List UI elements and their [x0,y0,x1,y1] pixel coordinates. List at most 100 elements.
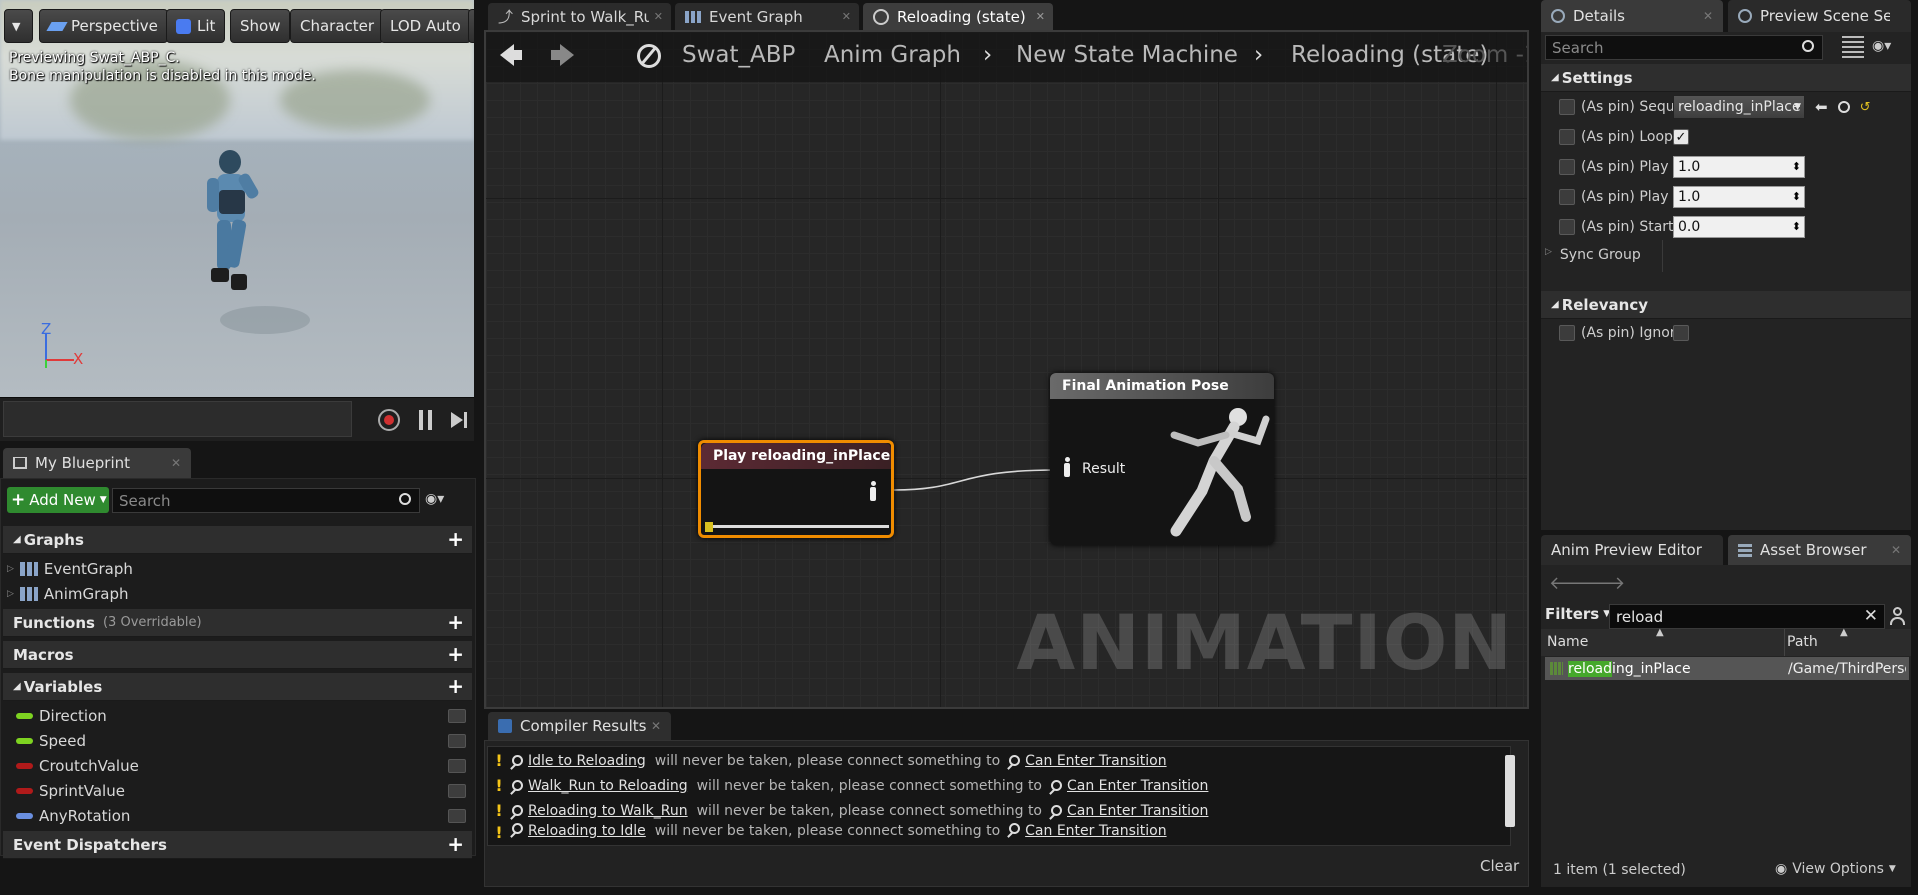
lod-button[interactable]: LOD Auto [380,9,471,43]
settings-section-header[interactable]: ◢ Settings [1541,64,1911,92]
close-icon[interactable]: ✕ [1891,543,1901,557]
loop-checkbox[interactable]: ✓ [1673,129,1689,145]
play-sequence-node[interactable]: Play reloading_inPlace [698,440,894,538]
graph-item-eventgraph[interactable]: ▷ EventGraph [3,556,472,581]
tab-details[interactable]: Details ✕ [1541,0,1723,32]
asset-search-input[interactable]: reload ✕ [1609,604,1885,629]
variable-item[interactable]: AnyRotation [3,803,472,828]
compiler-message-row[interactable]: ! Idle to Reloading will never be taken, p… [491,748,1166,773]
play-rate-basis-input[interactable]: 1.0 ⬍ [1673,186,1805,208]
record-button[interactable] [378,409,400,431]
step-forward-button[interactable] [451,410,471,430]
compiler-message-row[interactable]: ! Reloading to Idle will never be taken, p… [491,823,1167,841]
variable-item[interactable]: SprintValue [3,778,472,803]
as-pin-checkbox[interactable] [1559,99,1575,115]
target-link[interactable]: Can Enter Transition [1067,803,1208,819]
close-icon[interactable]: ✕ [842,10,851,23]
asset-list-item[interactable]: reloading_inPlace /Game/ThirdPerson [1545,657,1909,680]
clear-search-icon[interactable]: ✕ [1864,606,1878,626]
compiler-scrollbar[interactable] [1505,755,1515,827]
compiler-message-row[interactable]: ! Walk_Run to Reloading will never be take… [491,773,1208,798]
tab-sprint-to-walk-run[interactable]: ⤴ Sprint to Walk_Run ✕ [488,3,671,30]
visibility-eye-icon[interactable] [448,783,466,798]
anim-graph-canvas[interactable]: Swat_ABP Anim Graph › New State Machine … [484,30,1529,709]
viewport-options-button[interactable]: ▼ [4,9,33,43]
user-filter-icon[interactable] [1889,606,1907,626]
tab-my-blueprint[interactable]: My Blueprint ✕ [3,448,191,478]
column-path-header[interactable]: Path [1787,634,1818,650]
close-icon[interactable]: ✕ [654,10,663,23]
ignore-relevancy-checkbox[interactable] [1673,325,1689,341]
add-graph-icon[interactable]: + [447,529,464,549]
perspective-button[interactable]: Perspective [39,9,168,43]
close-icon[interactable]: ✕ [171,456,181,470]
close-icon[interactable]: ✕ [1703,9,1713,23]
target-link[interactable]: Can Enter Transition [1067,778,1208,794]
pause-button[interactable] [419,410,433,430]
forward-arrow-icon[interactable]: 🡒 [1577,573,1625,594]
add-new-button[interactable]: + Add New ▼ [7,487,109,513]
target-link[interactable]: Can Enter Transition [1025,753,1166,769]
as-pin-checkbox[interactable] [1559,129,1575,145]
visibility-eye-icon[interactable] [448,808,466,823]
start-position-input[interactable]: 0.0 ⬍ [1673,216,1805,238]
variables-section-header[interactable]: ◢ Variables + [3,673,472,701]
as-pin-checkbox[interactable] [1559,189,1575,205]
tab-reloading-state[interactable]: Reloading (state) ✕ [863,3,1053,30]
close-icon[interactable]: ✕ [651,719,661,733]
view-options-button[interactable]: ◉▾ [425,491,459,509]
tab-preview-scene-settings[interactable]: Preview Scene Settings [1728,0,1911,32]
add-dispatcher-icon[interactable]: + [447,834,464,854]
close-icon[interactable]: ✕ [1036,10,1045,23]
variable-item[interactable]: CroutchValue [3,753,472,778]
filters-button[interactable]: Filters ▼ [1545,605,1610,623]
visibility-eye-icon[interactable] [448,758,466,773]
transition-link[interactable]: Walk_Run to Reloading [528,778,688,794]
sync-group-row[interactable]: ▷ Sync Group [1545,247,1641,263]
functions-section-header[interactable]: Functions (3 Overridable) + [3,609,472,637]
show-button[interactable]: Show [230,9,291,43]
play-progress-handle[interactable] [705,522,713,532]
add-variable-icon[interactable]: + [447,676,464,696]
add-macro-icon[interactable]: + [447,644,464,664]
toolbar-overflow[interactable] [468,9,474,43]
as-pin-checkbox[interactable] [1559,325,1575,341]
character-button[interactable]: Character [290,9,385,43]
graph-item-animgraph[interactable]: ▷ AnimGraph [3,581,472,606]
target-link[interactable]: Can Enter Transition [1025,823,1166,839]
transition-link[interactable]: Idle to Reloading [528,753,646,769]
pose-output-pin-icon[interactable] [868,481,878,503]
browse-search-icon[interactable] [1837,101,1850,113]
event-dispatchers-section-header[interactable]: Event Dispatchers + [3,831,472,859]
tab-asset-browser[interactable]: Asset Browser ✕ [1728,535,1911,565]
property-matrix-icon[interactable] [1842,36,1864,58]
blueprint-search-input[interactable]: Search [112,488,420,513]
timeline-scrubber[interactable] [3,401,352,437]
visibility-eye-icon[interactable] [448,733,466,748]
result-input-pin-icon[interactable] [1062,457,1072,479]
transition-link[interactable]: Reloading to Idle [528,823,646,839]
preview-viewport[interactable]: Previewing Swat_ABP_C. Bone manipulation… [0,0,474,397]
sequence-combo[interactable]: reloading_inPlace ▼ [1673,95,1805,119]
variable-item[interactable]: Direction [3,703,472,728]
visibility-eye-icon[interactable] [448,708,466,723]
compiler-message-row[interactable]: ! Reloading to Walk_Run will never be take… [491,798,1208,823]
variable-item[interactable]: Speed [3,728,472,753]
lit-button[interactable]: Lit [166,9,226,43]
play-rate-input[interactable]: 1.0 ⬍ [1673,156,1805,178]
column-name-header[interactable]: Name [1547,634,1588,650]
macros-section-header[interactable]: Macros + [3,641,472,669]
add-function-icon[interactable]: + [447,612,464,632]
graphs-section-header[interactable]: ◢ Graphs + [3,526,472,554]
view-options-button[interactable]: ◉ View Options ▼ [1775,861,1896,877]
relevancy-section-header[interactable]: ◢ Relevancy [1541,291,1911,319]
as-pin-checkbox[interactable] [1559,219,1575,235]
transition-link[interactable]: Reloading to Walk_Run [528,803,688,819]
use-selected-arrow-icon[interactable]: ⬅ [1815,98,1828,116]
clear-button[interactable]: Clear [1480,857,1519,875]
tab-anim-preview-editor[interactable]: Anim Preview Editor [1541,535,1723,565]
reset-arrow-icon[interactable]: ↺ [1860,100,1871,115]
details-search-input[interactable]: Search [1545,35,1823,60]
as-pin-checkbox[interactable] [1559,159,1575,175]
eye-icon[interactable]: ◉▾ [1872,38,1891,54]
